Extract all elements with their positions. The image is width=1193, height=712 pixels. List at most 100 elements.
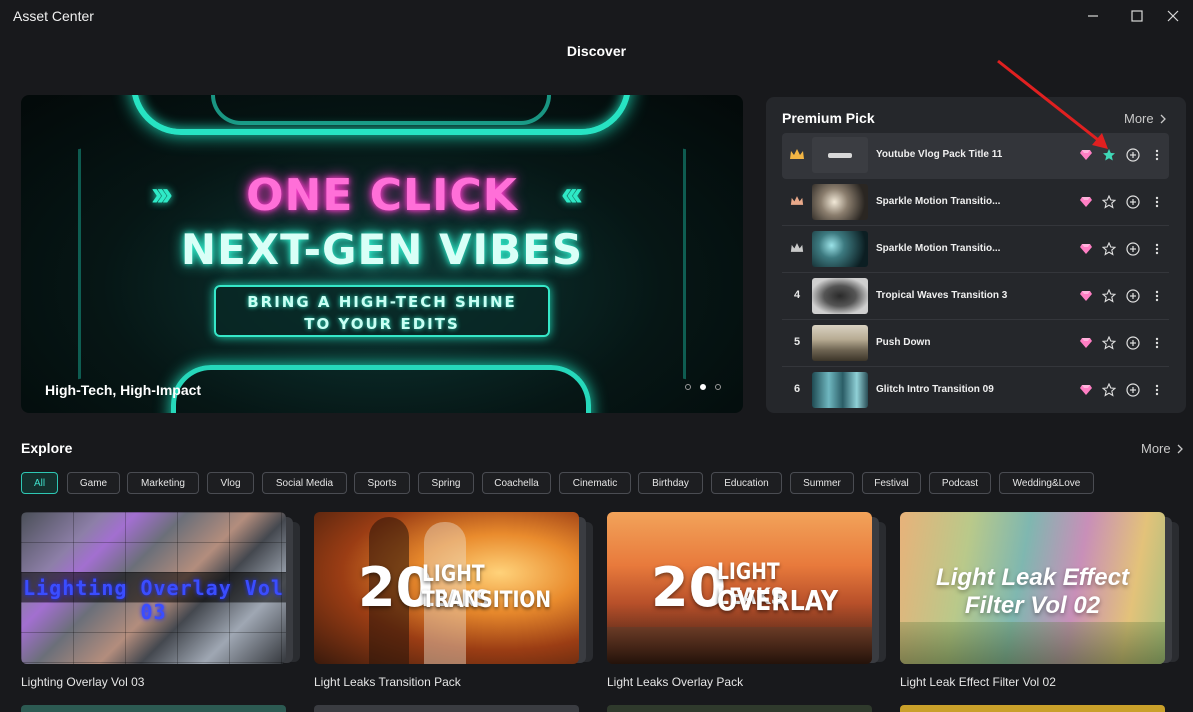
carousel-dot[interactable] <box>715 384 721 390</box>
more-vertical-icon <box>1155 337 1159 349</box>
carousel-dot-active[interactable] <box>700 384 706 390</box>
rank-crown <box>788 242 806 256</box>
asset-card-light-leaks-overlay[interactable]: 20 LIGHT LEAKS OVERLAY Light Leaks Overl… <box>607 512 886 692</box>
crown-bronze-icon <box>790 196 804 205</box>
card-label: Lighting Overlay Vol 03 <box>21 675 145 689</box>
minimize-icon <box>1088 15 1098 17</box>
hero-banner[interactable]: ››› ‹‹‹ ONE CLICK NEXT-GEN VIBES BRING A… <box>21 95 743 413</box>
premium-row-5[interactable]: 5 Push Down <box>782 321 1169 367</box>
add-button[interactable] <box>1124 334 1142 352</box>
premium-gem <box>1077 334 1095 352</box>
chip-marketing[interactable]: Marketing <box>127 472 199 494</box>
chip-spring[interactable]: Spring <box>418 472 474 494</box>
star-outline-icon <box>1102 289 1116 303</box>
asset-card-partial[interactable] <box>607 705 872 712</box>
premium-gem <box>1077 193 1095 211</box>
more-label: More <box>1124 111 1154 126</box>
row-thumbnail <box>812 231 868 267</box>
chip-cinematic[interactable]: Cinematic <box>559 472 631 494</box>
more-options-button[interactable] <box>1148 193 1166 211</box>
chip-vlog[interactable]: Vlog <box>207 472 254 494</box>
more-options-button[interactable] <box>1148 146 1166 164</box>
rank-number: 5 <box>793 336 801 348</box>
add-circle-icon <box>1126 242 1140 256</box>
card-cover: 20 LIGHT LEAKS OVERLAY <box>607 512 872 664</box>
maximize-icon <box>1131 10 1143 22</box>
card-cover-title: Lighting Overlay Vol 03 <box>23 576 284 624</box>
minimize-button[interactable] <box>1083 6 1103 26</box>
rank-number: 4 <box>793 289 801 301</box>
explore-title: Explore <box>21 440 73 456</box>
add-circle-icon <box>1126 148 1140 162</box>
chip-wedding-love[interactable]: Wedding&Love <box>999 472 1094 494</box>
favorite-button[interactable] <box>1100 193 1118 211</box>
row-thumbnail <box>812 278 868 314</box>
more-options-button[interactable] <box>1148 287 1166 305</box>
more-label: More <box>1141 441 1171 456</box>
chip-coachella[interactable]: Coachella <box>482 472 551 494</box>
add-button[interactable] <box>1124 193 1142 211</box>
chip-game[interactable]: Game <box>67 472 120 494</box>
card-cover: 20 LIGHT LEAKS TRANSITION <box>314 512 579 664</box>
hero-frame-decoration-inner <box>211 95 551 125</box>
asset-card-partial[interactable] <box>21 705 286 712</box>
row-title: Push Down <box>876 337 931 348</box>
premium-row-6[interactable]: 6 Glitch Intro Transition 09 <box>782 368 1169 414</box>
premium-pick-title: Premium Pick <box>782 110 875 126</box>
premium-row-3[interactable]: Sparkle Motion Transitio... <box>782 227 1169 273</box>
card-label: Light Leaks Transition Pack <box>314 675 461 689</box>
row-title: Sparkle Motion Transitio... <box>876 243 1001 254</box>
chip-festival[interactable]: Festival <box>862 472 921 494</box>
add-button[interactable] <box>1124 240 1142 258</box>
asset-card-lighting-overlay[interactable]: Lighting Overlay Vol 03 Lighting Overlay… <box>21 512 300 692</box>
chevron-right-icon <box>1177 444 1183 453</box>
premium-gem <box>1077 240 1095 258</box>
more-vertical-icon <box>1155 196 1159 208</box>
premium-more-link[interactable]: More <box>1124 111 1167 126</box>
premium-pick-panel: Premium Pick More Youtube Vlog Pack Titl… <box>766 97 1186 413</box>
premium-row-2[interactable]: Sparkle Motion Transitio... <box>782 180 1169 226</box>
asset-card-light-leaks-transition[interactable]: 20 LIGHT LEAKS TRANSITION Light Leaks Tr… <box>314 512 593 692</box>
favorite-button[interactable] <box>1100 287 1118 305</box>
chip-social-media[interactable]: Social Media <box>262 472 347 494</box>
chip-sports[interactable]: Sports <box>354 472 410 494</box>
close-button[interactable] <box>1163 6 1183 26</box>
maximize-button[interactable] <box>1127 6 1147 26</box>
hero-caption: High-Tech, High-Impact <box>45 382 202 398</box>
add-circle-icon <box>1126 383 1140 397</box>
chip-all[interactable]: All <box>21 472 58 494</box>
more-options-button[interactable] <box>1148 381 1166 399</box>
chip-podcast[interactable]: Podcast <box>929 472 991 494</box>
explore-more-link[interactable]: More <box>1141 441 1184 456</box>
star-outline-icon <box>1102 383 1116 397</box>
favorite-button[interactable] <box>1100 334 1118 352</box>
card-cover-line-2: TRANSITION <box>422 588 551 613</box>
premium-row-4[interactable]: 4 Tropical Waves Transition 3 <box>782 274 1169 320</box>
chevron-right-icon <box>1160 114 1166 123</box>
more-options-button[interactable] <box>1148 240 1166 258</box>
asset-card-partial[interactable] <box>314 705 579 712</box>
favorite-button[interactable] <box>1100 381 1118 399</box>
row-title: Sparkle Motion Transitio... <box>876 196 1001 207</box>
chip-summer[interactable]: Summer <box>790 472 854 494</box>
card-label: Light Leak Effect Filter Vol 02 <box>900 675 1056 689</box>
add-circle-icon <box>1126 336 1140 350</box>
premium-gem <box>1077 287 1095 305</box>
asset-card-partial[interactable] <box>900 705 1165 712</box>
row-thumbnail <box>812 137 868 173</box>
add-button[interactable] <box>1124 146 1142 164</box>
chip-education[interactable]: Education <box>711 472 782 494</box>
more-options-button[interactable] <box>1148 334 1166 352</box>
chip-birthday[interactable]: Birthday <box>638 472 703 494</box>
asset-card-light-leak-filter[interactable]: Light Leak Effect Filter Vol 02 Light Le… <box>900 512 1179 692</box>
hero-badge-line-1: BRING A HIGH-TECH SHINE <box>247 293 517 311</box>
hero-headline-2: NEXT-GEN VIBES <box>180 225 584 274</box>
add-button[interactable] <box>1124 287 1142 305</box>
add-button[interactable] <box>1124 381 1142 399</box>
favorite-button[interactable] <box>1100 240 1118 258</box>
row-title: Tropical Waves Transition 3 <box>876 290 1008 301</box>
row-title: Youtube Vlog Pack Title 11 <box>876 149 1003 160</box>
carousel-dot[interactable] <box>685 384 691 390</box>
card-cover-number: 20 <box>651 556 727 619</box>
more-vertical-icon <box>1155 149 1159 161</box>
